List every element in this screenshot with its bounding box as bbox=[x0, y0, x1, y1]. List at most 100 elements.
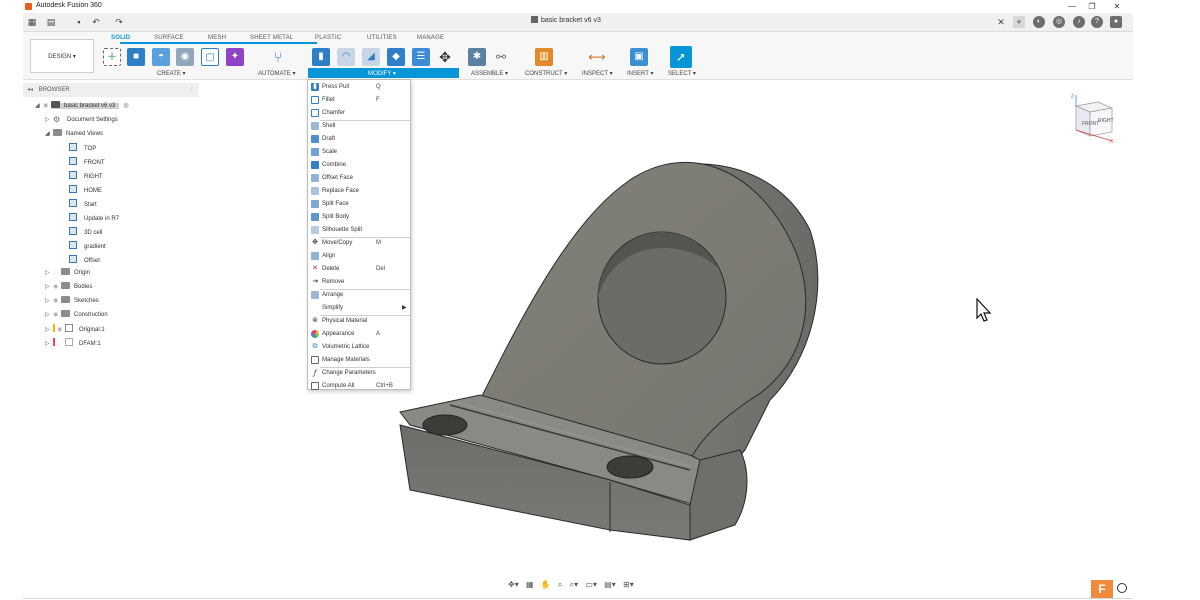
workspace-switcher-button[interactable]: DESIGN ▾ bbox=[30, 39, 94, 73]
close-window-button[interactable]: ✕ bbox=[1111, 1, 1123, 12]
viewcube-front-label[interactable]: FRONT bbox=[1082, 121, 1099, 127]
zoom-icon[interactable]: ⌕ bbox=[558, 580, 562, 590]
redo-icon[interactable]: ↷ bbox=[113, 16, 125, 28]
tree-item-view-right[interactable]: RIGHT bbox=[69, 171, 103, 181]
create-group-label[interactable]: CREATE ▾ bbox=[157, 70, 186, 77]
pattern-icon[interactable]: ▢ bbox=[201, 48, 219, 66]
help-icon[interactable]: ? bbox=[1091, 16, 1103, 28]
menu-item-volumetric-lattice[interactable]: ⧉ Volumetric Lattice bbox=[308, 341, 410, 353]
collapse-arrow-icon[interactable]: ◢ bbox=[45, 129, 53, 139]
menu-item-change-parameters[interactable]: ƒ Change Parameters bbox=[308, 367, 410, 379]
expand-arrow-icon[interactable]: ▷ bbox=[45, 325, 53, 335]
expand-arrow-icon[interactable]: ▷ bbox=[45, 268, 53, 278]
tree-item-dfam[interactable]: ▷ ◌ DFAM:1 bbox=[45, 338, 101, 348]
close-tab-button[interactable]: ✕ bbox=[995, 16, 1007, 28]
fit-icon[interactable]: ⌕▾ bbox=[570, 580, 579, 590]
pan-icon[interactable]: ✋ bbox=[541, 580, 551, 589]
menu-item-split-body[interactable]: Split Body bbox=[308, 211, 410, 223]
menu-item-shell[interactable]: Shell bbox=[308, 120, 410, 132]
tree-root[interactable]: ◢ ◉ basic bracket v6 v3 ◎ bbox=[35, 101, 129, 111]
tree-item-named-views[interactable]: ◢ Named Views bbox=[45, 129, 103, 139]
expand-arrow-icon[interactable]: ▷ bbox=[45, 282, 53, 292]
menu-item-draft[interactable]: Draft bbox=[308, 133, 410, 145]
menu-item-fillet[interactable]: Fillet F bbox=[308, 94, 410, 106]
automate-icon[interactable]: ⑂ bbox=[269, 48, 287, 66]
select-cursor-icon[interactable]: ➚ bbox=[670, 46, 692, 68]
display-settings-icon[interactable]: ▭▾ bbox=[585, 580, 597, 589]
collapse-arrow-icon[interactable]: ◢ bbox=[35, 101, 43, 111]
tab-utilities[interactable]: UTILITIES bbox=[367, 35, 397, 41]
menu-item-silhouette-split[interactable]: Silhouette Split bbox=[308, 224, 410, 236]
activate-radio-icon[interactable]: ◎ bbox=[123, 103, 128, 109]
inspect-group-label[interactable]: INSPECT ▾ bbox=[582, 70, 613, 77]
visibility-eye-icon[interactable]: ◉ bbox=[53, 282, 61, 292]
file-menu-icon[interactable]: ▤ bbox=[45, 16, 57, 28]
tree-item-view-home[interactable]: HOME bbox=[69, 185, 102, 195]
tab-plastic[interactable]: PLASTIC bbox=[315, 35, 341, 41]
look-at-icon[interactable]: ▦ bbox=[526, 580, 534, 589]
menu-item-scale[interactable]: Scale bbox=[308, 146, 410, 158]
menu-item-split-face[interactable]: Split Face bbox=[308, 198, 410, 210]
expand-arrow-icon[interactable]: ▷ bbox=[45, 339, 53, 349]
panel-options-icon[interactable]: ⫶ bbox=[191, 83, 193, 97]
tree-item-construction[interactable]: ▷ ◉ Construction bbox=[45, 310, 108, 320]
menu-item-replace-face[interactable]: Replace Face bbox=[308, 185, 410, 197]
menu-item-arrange[interactable]: Arrange bbox=[308, 289, 410, 301]
tree-item-view-front[interactable]: FRONT bbox=[69, 157, 105, 167]
form-icon[interactable]: ✦ bbox=[226, 48, 244, 66]
new-component-icon[interactable]: ✱ bbox=[468, 48, 486, 66]
menu-item-press-pull[interactable]: ▮ Press Pull Q bbox=[308, 81, 410, 93]
visibility-eye-icon[interactable]: ◉ bbox=[43, 101, 51, 111]
tree-item-view-gradient[interactable]: gradient bbox=[69, 241, 106, 251]
tree-item-origin[interactable]: ▷ ◌ Origin bbox=[45, 268, 90, 278]
tree-item-view-offset[interactable]: Offset bbox=[69, 255, 100, 265]
insert-image-icon[interactable]: ▣ bbox=[630, 48, 648, 66]
tree-item-original[interactable]: ▷ ◉ Original:1 bbox=[45, 324, 105, 334]
chamfer-tool-icon[interactable]: ◢ bbox=[362, 48, 380, 66]
menu-item-appearance[interactable]: Appearance A bbox=[308, 328, 410, 340]
notifications-icon[interactable]: ♪ bbox=[1073, 16, 1085, 28]
select-group-label[interactable]: SELECT ▾ bbox=[668, 70, 696, 77]
menu-item-offset-face[interactable]: Offset Face bbox=[308, 172, 410, 184]
tree-item-view-3d-cell[interactable]: 3D cell bbox=[69, 227, 102, 237]
construct-group-label[interactable]: CONSTRUCT ▾ bbox=[525, 70, 567, 77]
menu-item-simplify[interactable]: Simplify ▶ bbox=[308, 302, 410, 314]
visibility-eye-icon[interactable]: ◉ bbox=[53, 310, 61, 320]
tab-mesh[interactable]: MESH bbox=[208, 35, 226, 41]
revolve-icon[interactable]: ◓ bbox=[152, 48, 170, 66]
menu-item-compute-all[interactable]: Compute All Ctrl+B bbox=[308, 380, 410, 392]
menu-item-move-copy[interactable]: ✥ Move/Copy M bbox=[308, 237, 410, 249]
tree-item-view-start[interactable]: Start bbox=[69, 199, 97, 209]
extrude-icon[interactable]: ■ bbox=[127, 48, 145, 66]
insert-group-label[interactable]: INSERT ▾ bbox=[627, 70, 653, 77]
minimize-button[interactable]: — bbox=[1066, 1, 1078, 12]
visibility-eye-icon[interactable]: ◉ bbox=[57, 325, 65, 335]
tree-item-view-update[interactable]: Update in R7 bbox=[69, 213, 119, 223]
new-tab-button[interactable]: + bbox=[1013, 16, 1025, 28]
grid-settings-icon[interactable]: ▤▾ bbox=[604, 580, 616, 589]
expand-arrow-icon[interactable]: ▷ bbox=[45, 296, 53, 306]
menu-item-chamfer[interactable]: Chamfer bbox=[308, 107, 410, 119]
expand-arrow-icon[interactable]: ▷ bbox=[45, 115, 53, 125]
hidden-eye-icon[interactable]: ◌ bbox=[53, 268, 61, 278]
visibility-eye-icon[interactable]: ◉ bbox=[53, 296, 61, 306]
tree-item-document-settings[interactable]: ▷ ⚙ Document Settings bbox=[45, 115, 118, 125]
menu-item-delete[interactable]: ✕ Delete Del bbox=[308, 263, 410, 275]
combine-tool-icon[interactable]: ◆ bbox=[387, 48, 405, 66]
offset-plane-icon[interactable]: ▥ bbox=[535, 48, 553, 66]
menu-item-align[interactable]: Align bbox=[308, 250, 410, 262]
extensions-icon[interactable]: ◐ bbox=[1033, 16, 1045, 28]
orbit-icon[interactable]: ✥▾ bbox=[508, 580, 519, 589]
tree-item-sketches[interactable]: ▷ ◉ Sketches bbox=[45, 296, 99, 306]
viewcube[interactable]: FRONT RIGHT Z X bbox=[1068, 92, 1120, 144]
hidden-eye-icon[interactable]: ◌ bbox=[57, 339, 65, 349]
joint-icon[interactable]: ⚯ bbox=[492, 48, 510, 66]
move-tool-icon[interactable]: ✥ bbox=[436, 48, 454, 66]
fillet-tool-icon[interactable]: ◠ bbox=[337, 48, 355, 66]
assemble-group-label[interactable]: ASSEMBLE ▾ bbox=[471, 70, 508, 77]
tree-item-bodies[interactable]: ▷ ◉ Bodies bbox=[45, 282, 92, 292]
tree-item-view-top[interactable]: TOP bbox=[69, 143, 96, 153]
viewcube-right-label[interactable]: RIGHT bbox=[1098, 118, 1114, 124]
bracket-3d-model[interactable] bbox=[390, 150, 830, 550]
menu-item-manage-materials[interactable]: Manage Materials bbox=[308, 354, 410, 366]
